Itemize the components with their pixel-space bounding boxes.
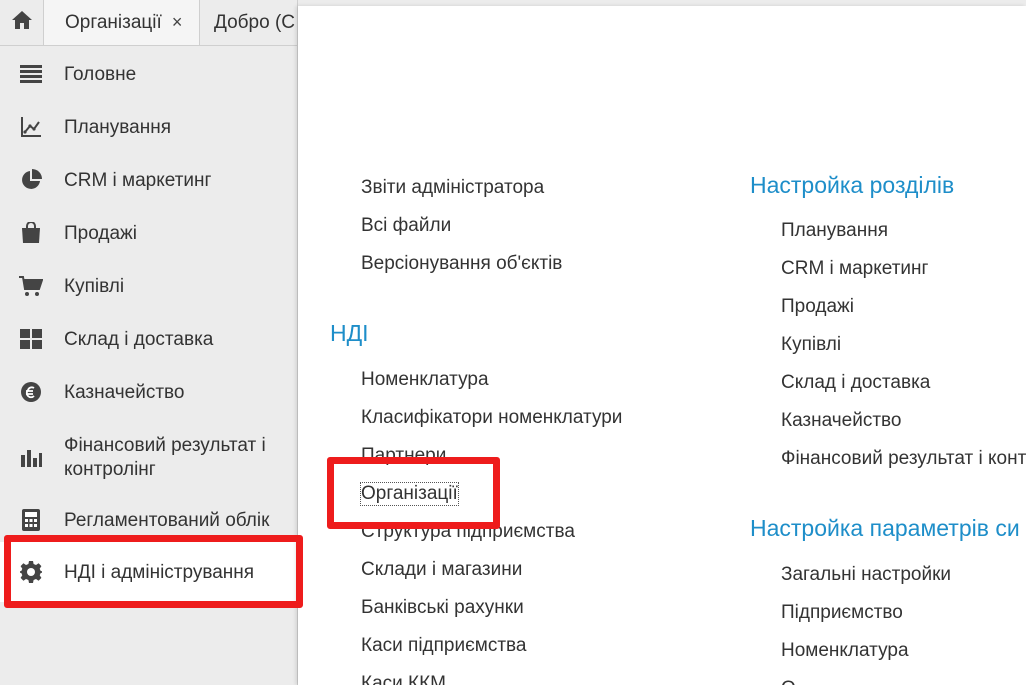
link-nomenclature[interactable]: Номенклатура xyxy=(361,369,489,391)
sidebar-item-sales[interactable]: Продажі xyxy=(0,219,298,247)
link-admin-reports[interactable]: Звіти адміністратора xyxy=(361,177,544,199)
link-bank-accounts[interactable]: Банківські рахунки xyxy=(361,597,524,619)
home-tab[interactable] xyxy=(0,0,44,45)
warehouse-grid-icon xyxy=(18,326,44,352)
sidebar-item-crm[interactable]: CRM і маркетинг xyxy=(0,166,298,194)
home-icon xyxy=(11,10,33,35)
link-settings-treasury[interactable]: Казначейство xyxy=(781,410,902,432)
link-warehouses-stores[interactable]: Склади і магазини xyxy=(361,559,522,581)
link-settings-planning[interactable]: Планування xyxy=(781,220,888,242)
sidebar-item-label: Склад і доставка xyxy=(64,328,214,350)
link-settings-financial-result[interactable]: Фінансовий результат і конт xyxy=(781,448,1026,470)
sidebar-item-ndi-administration[interactable]: НДІ і адміністрування xyxy=(0,542,298,602)
sidebar-item-label: Купівлі xyxy=(64,275,125,297)
sidebar-item-label: CRM і маркетинг xyxy=(64,169,212,191)
calculator-icon xyxy=(18,507,44,533)
sidebar-item-label: НДІ і адміністрування xyxy=(64,561,255,583)
planning-chart-icon xyxy=(18,114,44,140)
link-settings-warehouse[interactable]: Склад і доставка xyxy=(781,372,930,394)
sidebar-item-label: Продажі xyxy=(64,222,137,244)
link-cash-registers[interactable]: Каси ККМ xyxy=(361,673,446,685)
sidebar-item-label: Головне xyxy=(64,63,137,85)
sidebar-item-warehouse[interactable]: Склад і доставка xyxy=(0,325,298,353)
link-organizations[interactable]: Організації xyxy=(360,482,459,506)
tab-label: Добро (С xyxy=(214,11,295,33)
pie-chart-icon xyxy=(18,167,44,193)
menu-lines-icon xyxy=(18,61,44,87)
link-settings-sales[interactable]: Продажі xyxy=(781,296,854,318)
gear-icon xyxy=(18,559,44,585)
sidebar-item-planning[interactable]: Планування xyxy=(0,113,298,141)
tab-label: Організації xyxy=(65,11,162,33)
sidebar-item-financial-result[interactable]: Фінансовий результат і контролінг xyxy=(0,430,298,484)
link-partners[interactable]: Партнери xyxy=(361,445,446,467)
sidebar: Головне Планування CRM і маркетинг Прода… xyxy=(0,46,298,685)
sidebar-item-regulated-accounting[interactable]: Регламентований облік xyxy=(0,506,298,534)
tab-dobro[interactable]: Добро (С xyxy=(200,0,298,45)
tab-organizations[interactable]: Організації × xyxy=(44,0,200,45)
sidebar-item-purchases[interactable]: Купівлі xyxy=(0,272,298,300)
sidebar-item-label: Казначейство xyxy=(64,381,185,403)
sidebar-item-main[interactable]: Головне xyxy=(0,60,298,88)
bar-chart-icon xyxy=(18,444,44,470)
currency-coin-icon xyxy=(18,379,44,405)
link-enterprise-cash[interactable]: Каси підприємства xyxy=(361,635,527,657)
sidebar-item-treasury[interactable]: Казначейство xyxy=(0,378,298,406)
link-object-versioning[interactable]: Версіонування об'єктів xyxy=(361,253,562,275)
sidebar-item-label: Регламентований облік xyxy=(64,509,270,531)
sidebar-item-label-line1: Фінансовий результат і xyxy=(64,435,266,456)
link-nomenclature-classifiers[interactable]: Класифікатори номенклатури xyxy=(361,407,622,429)
section-title-system-params: Настройка параметрів си xyxy=(750,515,1020,541)
link-enterprise[interactable]: Підприємство xyxy=(781,602,903,624)
link-general-settings[interactable]: Загальні настройки xyxy=(781,564,951,586)
cart-icon xyxy=(18,273,44,299)
link-all-files[interactable]: Всі файли xyxy=(361,215,451,237)
link-settings-purchases[interactable]: Купівлі xyxy=(781,334,841,356)
section-title-ndi: НДІ xyxy=(330,320,369,346)
sidebar-item-label: Планування xyxy=(64,116,172,138)
link-settings-crm[interactable]: CRM і маркетинг xyxy=(781,258,928,280)
link-params-partial[interactable]: О xyxy=(781,678,796,685)
section-title-section-settings: Настройка розділів xyxy=(750,172,955,198)
close-icon[interactable]: × xyxy=(172,12,183,33)
sidebar-item-label-line2: контролінг xyxy=(64,459,156,480)
section-panel: Звіти адміністратора Всі файли Версіонув… xyxy=(298,6,1026,685)
link-params-nomenclature[interactable]: Номенклатура xyxy=(781,640,909,662)
link-enterprise-structure[interactable]: Структура підприємства xyxy=(361,521,575,543)
shopping-bag-icon xyxy=(18,220,44,246)
